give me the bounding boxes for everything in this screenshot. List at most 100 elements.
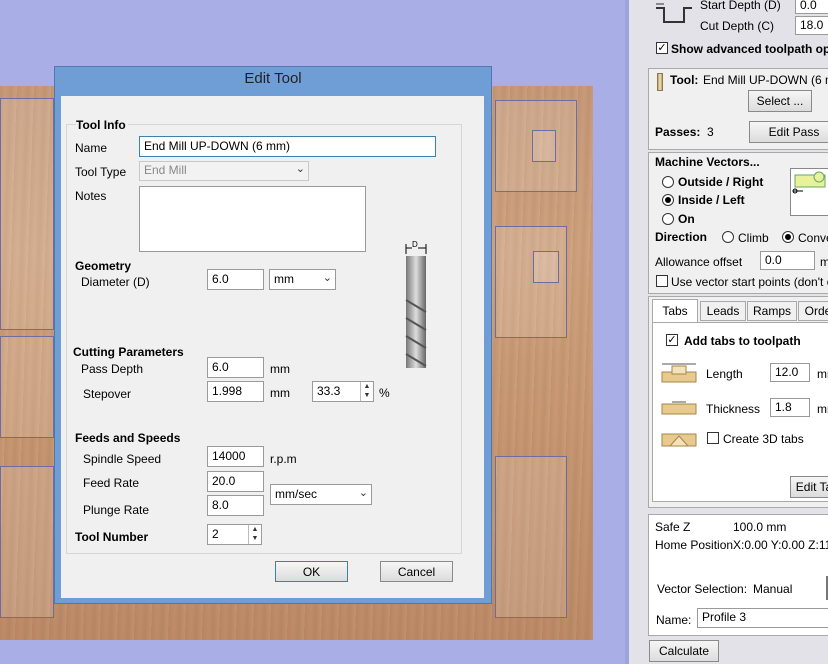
cancel-button[interactable]: Cancel (380, 561, 453, 582)
conventional-label: Conve (798, 231, 828, 245)
edit-passes-button[interactable]: Edit Pass (749, 121, 828, 143)
passes-label: Passes: (655, 125, 701, 139)
climb-radio[interactable] (722, 231, 734, 243)
conventional-radio[interactable] (782, 231, 794, 243)
percent-sign: % (379, 386, 390, 400)
diameter-input[interactable]: 6.0 (207, 269, 264, 290)
vector-outline (0, 98, 54, 330)
climb-label: Climb (738, 231, 769, 245)
rate-units-value: mm/sec (275, 487, 317, 501)
tab-leads[interactable]: Leads (700, 301, 746, 321)
tab-ramps[interactable]: Ramps (747, 301, 797, 321)
pass-depth-unit: mm (270, 362, 290, 376)
length-label: Length (706, 367, 743, 381)
vector-outline (532, 130, 556, 162)
feed-rate-input[interactable]: 20.0 (207, 471, 264, 492)
end-mill-diagram: D (402, 240, 430, 370)
notes-label: Notes (75, 189, 107, 203)
vector-outline (0, 466, 54, 618)
thickness-unit: mr (817, 402, 828, 416)
tool-info-heading: Tool Info (76, 118, 128, 132)
on-radio[interactable] (662, 213, 674, 225)
cut-depth-label: Cut Depth (C) (700, 19, 775, 33)
depth-diagram (654, 2, 694, 28)
vector-outline (495, 456, 567, 618)
feed-rate-label: Feed Rate (83, 476, 140, 490)
length-input[interactable]: 12.0 (770, 363, 810, 382)
toolpath-name-label: Name: (656, 613, 692, 627)
thickness-input[interactable]: 1.8 (770, 398, 810, 417)
calculate-button[interactable]: Calculate (649, 640, 719, 662)
chevron-down-icon: ⌄ (295, 163, 305, 175)
tab-length-icon (660, 362, 698, 384)
allowance-unit: m (820, 255, 828, 269)
plunge-rate-input[interactable]: 8.0 (207, 495, 264, 516)
units-select[interactable]: mm ⌄ (269, 269, 336, 290)
tool-label: Tool: (670, 73, 699, 87)
ok-button[interactable]: OK (275, 561, 348, 582)
add-tabs-checkbox[interactable]: ✓ (666, 334, 678, 346)
length-unit: mr (817, 367, 828, 381)
stepover-input[interactable]: 1.998 (207, 381, 264, 402)
tab-label: Tabs (662, 304, 688, 318)
direction-label: Direction (655, 230, 708, 244)
use-vector-start-checkbox[interactable] (656, 275, 668, 287)
diameter-label: Diameter (D) (81, 275, 150, 289)
cut-depth-input[interactable]: 18.0 (795, 16, 828, 35)
tab-label: Ramps (752, 304, 791, 318)
units-value: mm (274, 272, 294, 286)
toolpath-name-input[interactable]: Profile 3 (697, 608, 828, 628)
create-3d-tabs-checkbox[interactable] (707, 432, 719, 444)
stepover-percent-stepper[interactable]: 33.3 ▲ ▼ (312, 381, 374, 402)
tool-type-value: End Mill (144, 163, 187, 177)
rate-units-select[interactable]: mm/sec ⌄ (270, 484, 372, 505)
outside-right-radio[interactable] (662, 176, 674, 188)
tool-name-input[interactable]: End Mill UP-DOWN (6 mm) (139, 136, 436, 157)
tool-number-stepper[interactable]: 2 ▲ ▼ (207, 524, 262, 545)
inside-left-label: Inside / Left (678, 193, 745, 207)
tool-type-select[interactable]: End Mill ⌄ (139, 161, 309, 181)
stepper-arrows[interactable]: ▲ ▼ (360, 382, 373, 401)
tab-thickness-icon (660, 398, 698, 418)
home-position-value: X:0.00 Y:0.00 Z:117 (733, 538, 828, 552)
tool-number-value: 2 (212, 527, 219, 541)
tool-name: End Mill UP-DOWN (6 mm) (703, 73, 828, 87)
add-tabs-label: Add tabs to toolpath (684, 334, 801, 348)
geometry-heading: Geometry (75, 259, 132, 273)
pass-depth-input[interactable]: 6.0 (207, 357, 264, 378)
select-tool-button[interactable]: Select ... (748, 90, 812, 112)
tab-3d-icon (660, 430, 698, 448)
spindle-speed-unit: r.p.m (270, 452, 297, 466)
on-label: On (678, 212, 695, 226)
thickness-label: Thickness (706, 402, 761, 416)
tab-order[interactable]: Orde (798, 301, 828, 321)
spindle-speed-label: Spindle Speed (83, 452, 162, 466)
allowance-label: Allowance offset (655, 255, 743, 269)
vector-selection-value: Manual (753, 582, 793, 596)
vector-outline (0, 336, 54, 438)
tool-icon (657, 73, 663, 91)
vector-side-preview (790, 168, 828, 216)
stepper-arrows[interactable]: ▲ ▼ (248, 525, 261, 544)
vector-selection-label: Vector Selection: (657, 582, 748, 596)
allowance-input[interactable]: 0.0 (760, 251, 815, 270)
feeds-speeds-heading: Feeds and Speeds (75, 431, 181, 445)
dialog-title[interactable]: Edit Tool (54, 70, 492, 87)
tab-label: Orde (804, 304, 828, 318)
name-label: Name (75, 141, 108, 155)
spindle-speed-input[interactable]: 14000 (207, 446, 264, 467)
tool-type-label: Tool Type (75, 165, 127, 179)
stepover-unit: mm (270, 386, 290, 400)
use-vector-start-label: Use vector start points (don't op (671, 275, 828, 289)
plunge-rate-label: Plunge Rate (83, 503, 150, 517)
tab-tabs[interactable]: Tabs (652, 299, 698, 323)
show-advanced-checkbox[interactable]: ✓ (656, 42, 668, 54)
edit-tabs-button[interactable]: Edit Ta (790, 476, 828, 498)
stepover-label: Stepover (83, 387, 132, 401)
home-position-label: Home Position (655, 538, 734, 552)
start-depth-input[interactable]: 0.0 (795, 0, 828, 14)
safe-z-value: 100.0 mm (733, 520, 787, 534)
notes-textarea[interactable] (139, 186, 366, 252)
chevron-down-icon: ⌄ (358, 487, 368, 499)
inside-left-radio[interactable] (662, 194, 674, 206)
